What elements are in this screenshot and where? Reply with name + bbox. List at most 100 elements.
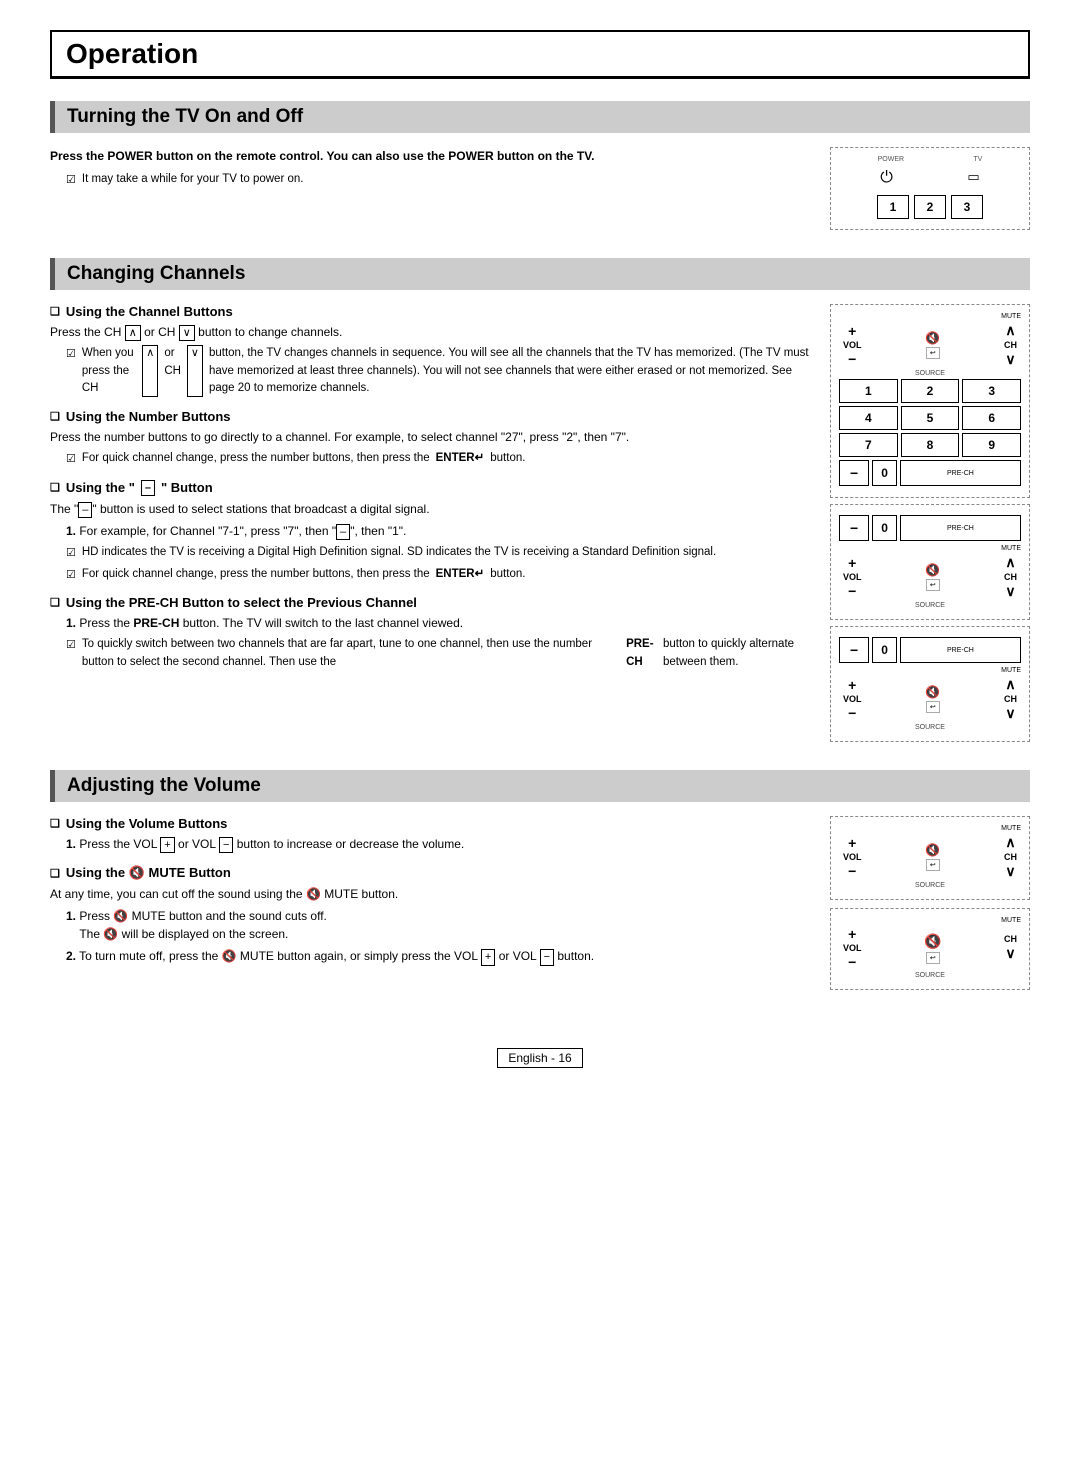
intro-bold-1: Press the POWER button on the remote con… (50, 147, 810, 165)
vol-minus-v2: − (848, 954, 856, 970)
vol-label-r3: VOL (843, 694, 862, 704)
mute-icon-r1: 🔇 (925, 331, 940, 345)
source-btn-r1: ↩ (926, 347, 940, 359)
source-btn-v1: ↩ (926, 859, 940, 871)
remote-vol-1: MUTE + VOL − 🔇 ↩ ∧ CH ∨ (830, 816, 1030, 900)
vol-minus-r1: − (848, 351, 856, 367)
ch-down-v2: ∨ (1005, 945, 1015, 962)
mute-icon-v2: 🔇 (924, 933, 941, 950)
vol-label-v1: VOL (843, 852, 862, 862)
num-6-r1: 6 (962, 406, 1021, 430)
subsection-number-buttons: Using the Number Buttons Press the numbe… (50, 409, 810, 468)
tv-label: TV (973, 156, 982, 163)
ch-down-r2: ∨ (1005, 583, 1015, 600)
num-4-r1: 4 (839, 406, 898, 430)
remote-dash-prech: − 0 PRE-CH MUTE + VOL − 🔇 (830, 504, 1030, 620)
mute-icon-r3: 🔇 (925, 685, 940, 699)
num-btn-3: 3 (951, 195, 983, 219)
source-btn-r2: ↩ (926, 579, 940, 591)
vol-plus-r3: + (848, 677, 856, 693)
ch-label-r2: CH (1004, 572, 1017, 582)
note-1-0: It may take a while for your TV to power… (66, 171, 810, 189)
num-btn-2: 2 (914, 195, 946, 219)
subsection-volume-buttons: Using the Volume Buttons 1. Press the VO… (50, 816, 810, 853)
dash-btn-r2: − (839, 515, 869, 541)
num-5-r1: 5 (901, 406, 960, 430)
footer-wrapper: English - 16 (50, 1018, 1030, 1068)
dash-btn-body: The "–" button is used to select station… (50, 500, 810, 518)
ch-down-v1: ∨ (1005, 863, 1015, 880)
source-label-r1: SOURCE (839, 370, 1021, 377)
zero-btn-r3: 0 (872, 637, 897, 663)
prech-note-0: To quickly switch between two channels t… (66, 636, 810, 671)
zero-prech-row-r1: − 0 PRE-CH (839, 457, 1021, 489)
vol-minus-r3: − (848, 705, 856, 721)
subsection-dash-button: Using the "–" Button The "–" button is u… (50, 480, 810, 584)
ch-label-v2: CH (1004, 934, 1017, 944)
source-label-r3: SOURCE (839, 724, 1021, 731)
dash-btn-note-0: HD indicates the TV is receiving a Digit… (66, 544, 810, 562)
vol-plus-r1: + (848, 323, 856, 339)
subsection-prech-button: Using the PRE-CH Button to select the Pr… (50, 595, 810, 671)
subsection-title-prech-button: Using the PRE-CH Button to select the Pr… (50, 595, 810, 610)
section-header-2: Changing Channels (50, 258, 1030, 290)
source-label-r2: SOURCE (839, 602, 1021, 609)
number-btn-body: Press the number buttons to go directly … (50, 428, 810, 446)
subsection-title-dash-button: Using the "–" Button (50, 480, 810, 496)
vol-label-v2: VOL (843, 943, 862, 953)
prech-btn-r1: PRE-CH (900, 460, 1021, 486)
vol-plus-r2: + (848, 555, 856, 571)
subsection-channel-buttons: Using the Channel Buttons Press the CH ∧… (50, 304, 810, 397)
prech-btn-r2: PRE-CH (900, 515, 1021, 541)
dash-btn-note-1: For quick channel change, press the numb… (66, 566, 810, 584)
prech-num-0: 1. Press the PRE-CH button. The TV will … (66, 614, 810, 632)
mute-num-1: 2. To turn mute off, press the 🔇 MUTE bu… (66, 947, 810, 965)
ch-up-v1: ∧ (1005, 834, 1015, 851)
subsection-title-channel-buttons: Using the Channel Buttons (50, 304, 810, 319)
vol-label-r1: VOL (843, 340, 862, 350)
vol-plus-v2: + (848, 926, 856, 942)
ch-label-r1: CH (1004, 340, 1017, 350)
source-label-v2: SOURCE (839, 972, 1021, 979)
remote-vol-2: MUTE + VOL − 🔇 ↩ CH ∨ (830, 908, 1030, 990)
num-8-r1: 8 (901, 433, 960, 457)
ch-up-r3: ∧ (1005, 676, 1015, 693)
dash-btn-num-0: 1. For example, for Channel "7-1", press… (66, 522, 810, 540)
num-btn-1: 1 (877, 195, 909, 219)
vol-btn-num-0: 1. Press the VOL + or VOL − button to in… (66, 835, 810, 853)
mute-icon-v1: 🔇 (925, 843, 940, 857)
num-7-r1: 7 (839, 433, 898, 457)
mute-label-r3: MUTE (1001, 667, 1021, 674)
section-header-1: Turning the TV On and Off (50, 101, 1030, 133)
power-label: POWER (878, 156, 904, 163)
subsection-title-number-buttons: Using the Number Buttons (50, 409, 810, 424)
tv-icon: ▭ (967, 169, 979, 187)
source-btn-v2: ↩ (926, 952, 940, 964)
power-icon: ⏻ (880, 169, 893, 187)
mute-label-r2: MUTE (1001, 545, 1021, 552)
channel-btn-body: Press the CH ∧ or CH ∨ button to change … (50, 323, 810, 341)
ch-down-r1: ∨ (1005, 351, 1015, 368)
section-changing-channels: Changing Channels Using the Channel Butt… (50, 258, 1030, 742)
subsection-title-vol-buttons: Using the Volume Buttons (50, 816, 810, 831)
footer-text: English - 16 (497, 1048, 582, 1068)
zero-btn-r2: 0 (872, 515, 897, 541)
subsection-mute-button: Using the 🔇 MUTE Button At any time, you… (50, 865, 810, 965)
mute-label-r1: MUTE (1001, 313, 1021, 320)
mute-label-v1: MUTE (1001, 825, 1021, 832)
ch-up-r1: ∧ (1005, 322, 1015, 339)
num-3-r1: 3 (962, 379, 1021, 403)
channel-btn-note-0: When you press the CH ∧ or CH ∨ button, … (66, 345, 810, 397)
section-turning-on-off: Turning the TV On and Off Press the POWE… (50, 101, 1030, 230)
dash-btn-r3: − (839, 637, 869, 663)
number-btn-note-0: For quick channel change, press the numb… (66, 450, 810, 468)
ch-label-r3: CH (1004, 694, 1017, 704)
source-label-v1: SOURCE (839, 882, 1021, 889)
ch-label-v1: CH (1004, 852, 1017, 862)
vol-plus-v1: + (848, 835, 856, 851)
zero-btn-r1: 0 (872, 460, 897, 486)
vol-label-r2: VOL (843, 572, 862, 582)
num-1-r1: 1 (839, 379, 898, 403)
mute-label-v2: MUTE (1001, 917, 1021, 924)
vol-minus-v1: − (848, 863, 856, 879)
